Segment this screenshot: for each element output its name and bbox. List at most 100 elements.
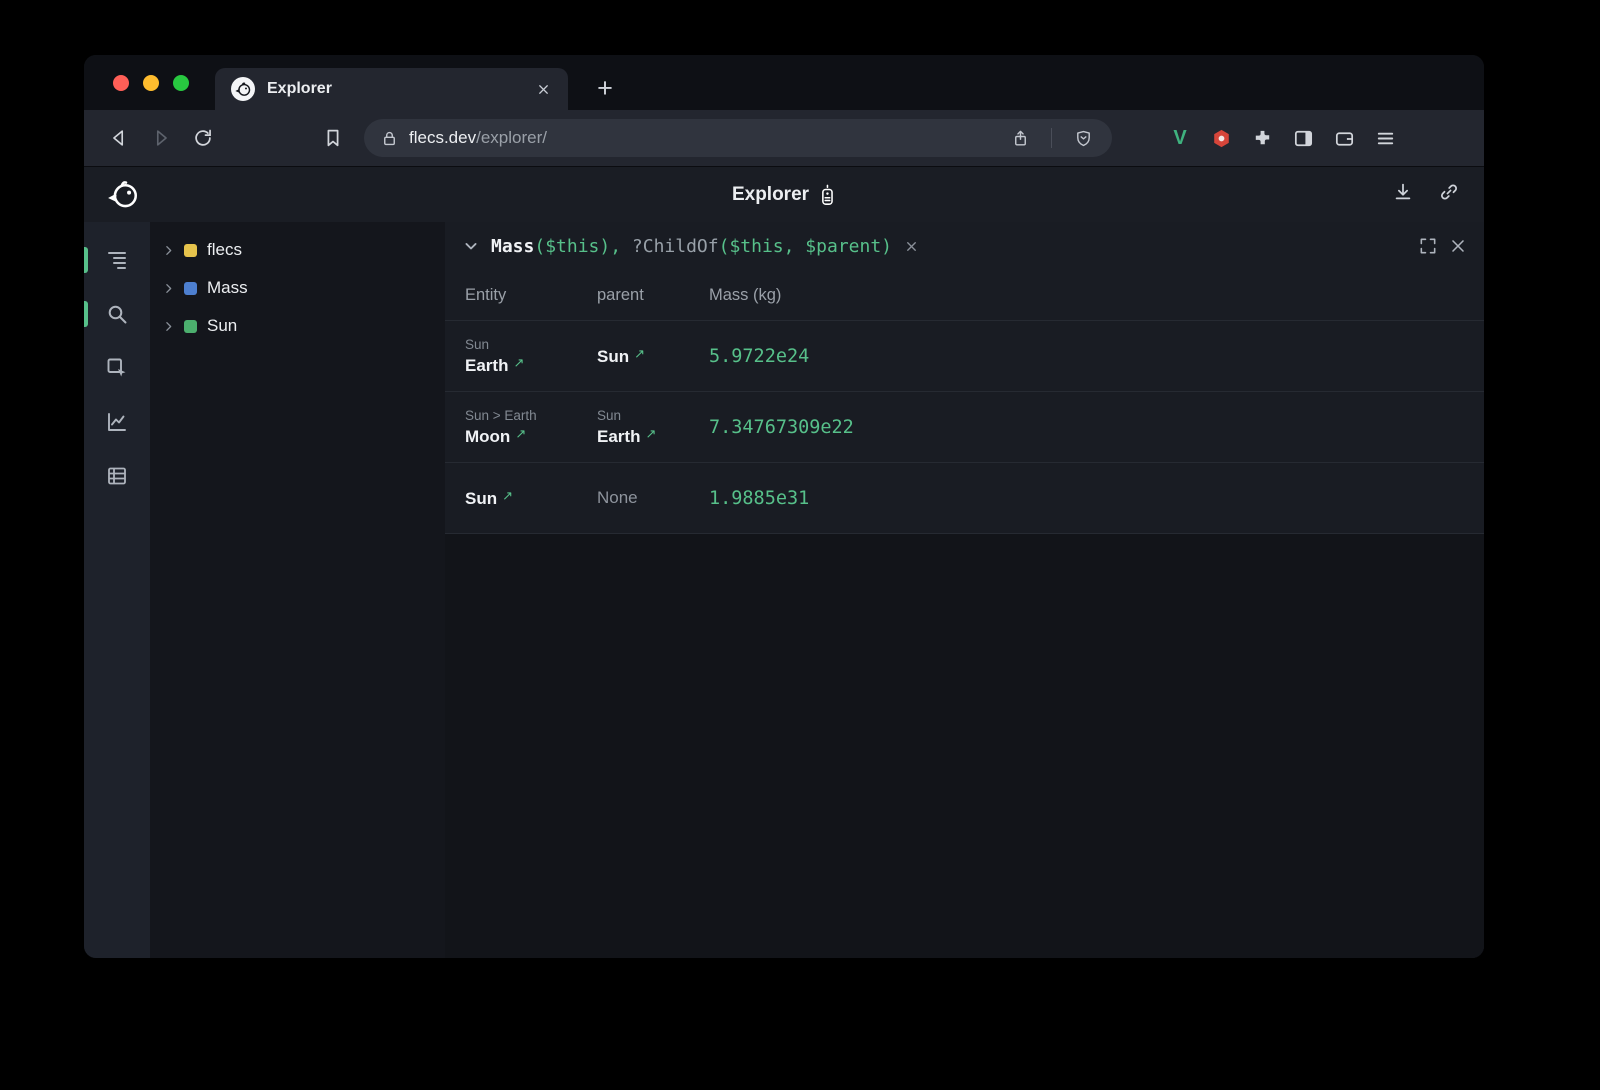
entity-cell: Sun > Earth Moon ↗: [465, 398, 597, 457]
tree-item-label: Sun: [207, 316, 237, 336]
table-row: Sun > Earth Moon ↗ Sun Earth ↗ 7.34767309e…: [445, 391, 1484, 462]
menu-icon[interactable]: [1371, 124, 1399, 152]
entity-tree: flecs Mass Sun: [150, 222, 445, 958]
tree-item-label: flecs: [207, 240, 242, 260]
url-path: /explorer/: [476, 128, 547, 147]
query-results-table: Sun Earth ↗ Sun ↗ 5.9722e24 Sun > Earth Mo…: [445, 320, 1484, 534]
entity-color-swatch: [184, 320, 197, 333]
close-window-button[interactable]: [113, 75, 129, 91]
statistics-icon[interactable]: [105, 410, 129, 434]
address-bar[interactable]: flecs.dev/explorer/: [364, 119, 1112, 157]
mass-cell: 7.34767309e22: [709, 407, 1484, 448]
entity-color-swatch: [184, 244, 197, 257]
reload-button[interactable]: [186, 121, 220, 155]
entity-link[interactable]: Sun: [465, 489, 497, 508]
empty-area: [445, 534, 1484, 958]
connection-remote-icon: [819, 184, 836, 206]
column-header-parent: parent: [597, 286, 709, 305]
browser-window: Explorer + flecs.dev/explorer/: [84, 55, 1484, 958]
flecs-favicon-icon: [231, 77, 255, 101]
back-button[interactable]: [102, 121, 136, 155]
chevron-right-icon[interactable]: [162, 320, 175, 333]
parent-path: Sun: [597, 408, 701, 423]
tree-item-label: Mass: [207, 278, 248, 298]
open-entity-icon[interactable]: ↗: [502, 488, 513, 504]
query-header: Mass($this), ?ChildOf($this, $parent): [445, 222, 1484, 270]
search-icon[interactable]: [105, 302, 129, 326]
inspect-icon[interactable]: [105, 356, 129, 380]
entity-cell: Sun ↗: [465, 478, 597, 519]
table-row: Sun ↗ None 1.9885e31: [445, 462, 1484, 533]
mass-value: 7.34767309e22: [709, 417, 854, 438]
tree-item[interactable]: flecs: [150, 231, 445, 269]
tree-item[interactable]: Sun: [150, 307, 445, 345]
open-entity-icon[interactable]: ↗: [515, 426, 526, 442]
navigation-bar: flecs.dev/explorer/ V: [84, 110, 1484, 166]
entity-path: Sun > Earth: [465, 408, 589, 423]
parent-link[interactable]: Earth: [597, 427, 640, 446]
brave-shield-icon[interactable]: [1066, 121, 1100, 155]
column-header-mass: Mass (kg): [709, 286, 1484, 305]
page-title-group: Explorer: [732, 184, 836, 206]
chevron-right-icon[interactable]: [162, 282, 175, 295]
window-controls: [113, 55, 189, 110]
table-header: Entity parent Mass (kg): [445, 270, 1484, 320]
copy-link-icon[interactable]: [1438, 181, 1460, 208]
tab-explorer[interactable]: Explorer: [215, 68, 568, 110]
url-domain: flecs.dev: [409, 128, 476, 147]
expand-panel-icon[interactable]: [1418, 236, 1438, 256]
tree-item[interactable]: Mass: [150, 269, 445, 307]
maximize-window-button[interactable]: [173, 75, 189, 91]
header-actions: [1392, 181, 1460, 208]
side-panel-icon[interactable]: [1289, 124, 1317, 152]
open-parent-icon[interactable]: ↗: [634, 346, 645, 362]
chevron-right-icon[interactable]: [162, 244, 175, 257]
tab-strip: Explorer +: [84, 55, 1484, 110]
wallet-icon[interactable]: [1330, 124, 1358, 152]
entity-color-swatch: [184, 282, 197, 295]
mass-cell: 5.9722e24: [709, 336, 1484, 377]
query-text[interactable]: Mass($this), ?ChildOf($this, $parent): [491, 236, 892, 257]
entity-link[interactable]: Earth: [465, 356, 508, 375]
open-parent-icon[interactable]: ↗: [645, 426, 656, 442]
entity-link[interactable]: Moon: [465, 427, 510, 446]
minimize-window-button[interactable]: [143, 75, 159, 91]
page-title: Explorer: [732, 184, 809, 206]
tab-title: Explorer: [267, 80, 520, 98]
content-area: flecs Mass Sun Mass($this), ?ChildOf($th…: [84, 222, 1484, 958]
open-entity-icon[interactable]: ↗: [513, 355, 524, 371]
entity-cell: Sun Earth↗: [465, 327, 597, 386]
share-icon[interactable]: [1003, 121, 1037, 155]
parent-cell: Sun Earth ↗: [597, 398, 709, 457]
mass-cell: 1.9885e31: [709, 478, 1484, 519]
tab-close-icon[interactable]: [532, 78, 554, 100]
lock-icon: [380, 129, 399, 148]
chevron-down-icon[interactable]: [461, 236, 481, 256]
hexagon-extension-icon[interactable]: [1207, 124, 1235, 152]
active-tool-indicator: [84, 247, 88, 273]
forward-button[interactable]: [144, 121, 178, 155]
mass-value: 5.9722e24: [709, 346, 809, 367]
app-header: Explorer: [84, 166, 1484, 222]
active-tool-indicator: [84, 301, 88, 327]
entity-tree-icon[interactable]: [105, 248, 129, 272]
parent-link[interactable]: None: [597, 488, 638, 507]
url-text: flecs.dev/explorer/: [409, 128, 547, 148]
flecs-logo-icon[interactable]: [108, 179, 140, 211]
tool-rail: [84, 222, 150, 958]
clear-query-icon[interactable]: [904, 239, 919, 254]
extensions-area: V: [1166, 124, 1403, 152]
data-rows-icon[interactable]: [105, 464, 129, 488]
mass-value: 1.9885e31: [709, 488, 809, 509]
table-row: Sun Earth ↗ Sun ↗ 5.9722e24: [445, 320, 1484, 391]
vue-devtools-icon[interactable]: V: [1166, 124, 1194, 152]
parent-cell: Sun ↗: [597, 336, 709, 377]
column-header-entity: Entity: [465, 286, 597, 305]
query-panel: Mass($this), ?ChildOf($this, $parent) En…: [445, 222, 1484, 958]
new-tab-button[interactable]: +: [590, 73, 620, 103]
bookmark-icon[interactable]: [316, 121, 350, 155]
puzzle-extensions-icon[interactable]: [1248, 124, 1276, 152]
download-icon[interactable]: [1392, 181, 1414, 208]
parent-link[interactable]: Sun: [597, 347, 629, 366]
close-panel-icon[interactable]: [1448, 236, 1468, 256]
